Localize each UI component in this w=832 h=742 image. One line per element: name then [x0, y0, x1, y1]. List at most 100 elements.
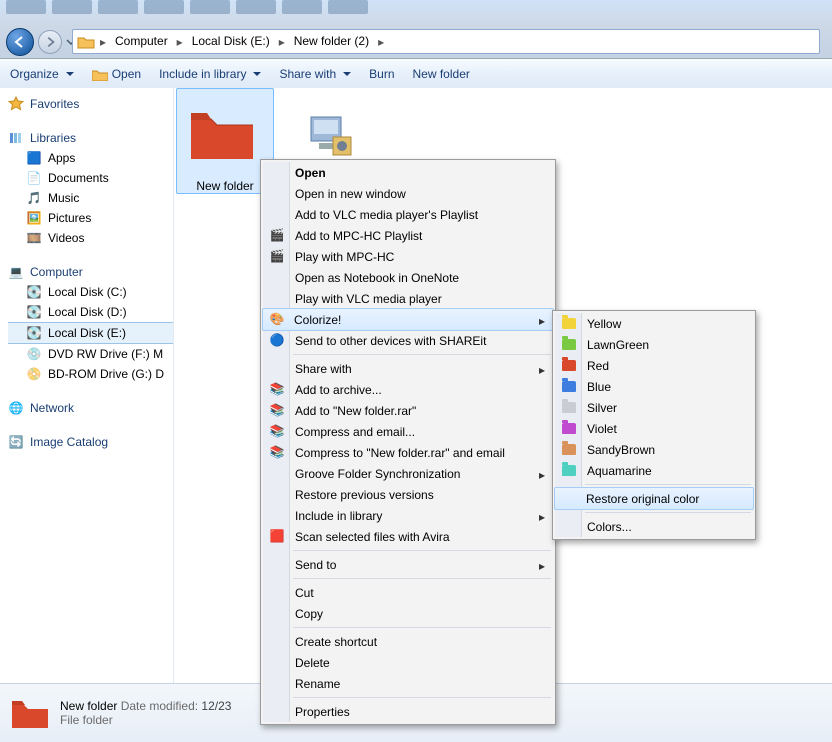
menu-color-label: Yellow — [587, 317, 621, 331]
background-taskbar — [0, 0, 832, 18]
sidebar-item-label: Network — [30, 401, 74, 415]
sidebar-item-label: Documents — [48, 171, 109, 185]
menu-rename[interactable]: Rename — [263, 673, 553, 694]
menu-color-silver[interactable]: Silver — [555, 397, 753, 418]
menu-color-lawngreen[interactable]: LawnGreen — [555, 334, 753, 355]
sidebar-item-image-catalog[interactable]: 🔄Image Catalog — [8, 432, 173, 452]
menu-color-aquamarine[interactable]: Aquamarine — [555, 460, 753, 481]
drive-icon: 💽 — [26, 325, 42, 341]
sidebar-item-drive-e[interactable]: 💽 Local Disk (E:) — [8, 322, 173, 344]
address-bar[interactable]: ▸ Computer ▸ Local Disk (E:) ▸ New folde… — [72, 29, 820, 54]
menu-share-with[interactable]: Share with▸ — [263, 358, 553, 379]
sidebar-item-drive-d[interactable]: 💽Local Disk (D:) — [8, 302, 173, 322]
chevron-right-icon[interactable]: ▸ — [375, 35, 387, 49]
back-button[interactable] — [6, 28, 34, 56]
sidebar-item-documents[interactable]: 📄Documents — [8, 168, 173, 188]
menu-color-yellow[interactable]: Yellow — [555, 313, 753, 334]
disc-icon: 💿 — [26, 346, 42, 362]
winrar-icon: 📚 — [269, 381, 285, 397]
menu-shareit[interactable]: 🔵Send to other devices with SHAREit — [263, 330, 553, 351]
menu-groove-sync[interactable]: Groove Folder Synchronization▸ — [263, 463, 553, 484]
folder-color-swatch-icon — [561, 336, 577, 352]
menu-color-sandybrown[interactable]: SandyBrown — [555, 439, 753, 460]
sidebar-item-label: Favorites — [30, 97, 79, 111]
sidebar-item-drive-c[interactable]: 💽Local Disk (C:) — [8, 282, 173, 302]
avira-icon: 🟥 — [269, 528, 285, 544]
sidebar-item-label: Local Disk (C:) — [48, 285, 127, 299]
new-folder-button[interactable]: New folder — [413, 67, 470, 81]
breadcrumb[interactable]: New folder (2) — [288, 31, 375, 52]
sidebar-item-network[interactable]: 🌐 Network — [8, 398, 173, 418]
refresh-icon: 🔄 — [8, 434, 24, 450]
menu-copy[interactable]: Copy — [263, 603, 553, 624]
menu-more-colors[interactable]: Colors... — [555, 516, 753, 537]
menu-compress-email[interactable]: 📚Compress and email... — [263, 421, 553, 442]
drive-icon: 💽 — [26, 304, 42, 320]
menu-mpc-play[interactable]: 🎬Play with MPC-HC — [263, 246, 553, 267]
include-in-library-button[interactable]: Include in library — [159, 67, 261, 81]
folder-icon — [177, 89, 267, 179]
sidebar-item-music[interactable]: 🎵Music — [8, 188, 173, 208]
breadcrumb[interactable]: Computer — [109, 31, 174, 52]
network-icon: 🌐 — [8, 400, 24, 416]
sidebar-item-videos[interactable]: 🎞️Videos — [8, 228, 173, 248]
menu-vlc-add-playlist[interactable]: Add to VLC media player's Playlist — [263, 204, 553, 225]
menu-restore-original-color[interactable]: Restore original color — [554, 487, 754, 510]
command-bar: Organize Open Include in library Share w… — [0, 59, 832, 90]
folder-color-swatch-icon — [561, 420, 577, 436]
menu-open[interactable]: Open — [263, 162, 553, 183]
details-modified-value: 12/23 — [201, 699, 231, 713]
submenu-arrow-icon: ▸ — [539, 468, 545, 482]
menu-add-rar[interactable]: 📚Add to "New folder.rar" — [263, 400, 553, 421]
menu-mpc-add-playlist[interactable]: 🎬Add to MPC-HC Playlist — [263, 225, 553, 246]
menu-color-label: Blue — [587, 380, 611, 394]
sidebar-item-computer[interactable]: 💻 Computer — [8, 262, 173, 282]
sidebar-item-favorites[interactable]: Favorites — [8, 94, 173, 114]
menu-add-archive[interactable]: 📚Add to archive... — [263, 379, 553, 400]
menu-restore-versions[interactable]: Restore previous versions — [263, 484, 553, 505]
winrar-icon: 📚 — [269, 423, 285, 439]
organize-button[interactable]: Organize — [10, 67, 74, 81]
computer-icon: 💻 — [8, 264, 24, 280]
chevron-right-icon[interactable]: ▸ — [97, 35, 109, 49]
menu-properties[interactable]: Properties — [263, 701, 553, 722]
menu-color-red[interactable]: Red — [555, 355, 753, 376]
menu-send-to[interactable]: Send to▸ — [263, 554, 553, 575]
menu-include-library[interactable]: Include in library▸ — [263, 505, 553, 526]
sidebar-item-apps[interactable]: 🟦Apps — [8, 148, 173, 168]
menu-onenote[interactable]: Open as Notebook in OneNote — [263, 267, 553, 288]
sidebar-item-label: DVD RW Drive (F:) M — [48, 347, 163, 361]
winrar-icon: 📚 — [269, 402, 285, 418]
libraries-icon — [8, 130, 24, 146]
menu-delete[interactable]: Delete — [263, 652, 553, 673]
share-with-button[interactable]: Share with — [279, 67, 351, 81]
colorize-icon: 🎨 — [269, 311, 285, 327]
menu-colorize[interactable]: 🎨Colorize!▸ — [262, 308, 554, 331]
sidebar-item-label: Local Disk (E:) — [48, 326, 126, 340]
folder-color-swatch-icon — [561, 378, 577, 394]
forward-button[interactable] — [38, 30, 62, 54]
chevron-right-icon[interactable]: ▸ — [174, 35, 186, 49]
menu-create-shortcut[interactable]: Create shortcut — [263, 631, 553, 652]
sidebar-item-libraries[interactable]: Libraries — [8, 128, 173, 148]
folder-color-swatch-icon — [561, 462, 577, 478]
sidebar-item-dvd-drive[interactable]: 💿 DVD RW Drive (F:) M — [8, 344, 173, 364]
burn-button[interactable]: Burn — [369, 67, 394, 81]
menu-color-violet[interactable]: Violet — [555, 418, 753, 439]
details-name: New folder — [60, 699, 117, 713]
sidebar-item-bdrom-drive[interactable]: 📀BD-ROM Drive (G:) D — [8, 364, 173, 384]
menu-color-blue[interactable]: Blue — [555, 376, 753, 397]
menu-vlc-play[interactable]: Play with VLC media player — [263, 288, 553, 309]
chevron-right-icon[interactable]: ▸ — [276, 35, 288, 49]
menu-cut[interactable]: Cut — [263, 582, 553, 603]
open-button[interactable]: Open — [92, 67, 141, 81]
file-item-label: New folder — [177, 179, 273, 193]
disc-icon: 📀 — [26, 366, 42, 382]
menu-compress-rar-email[interactable]: 📚Compress to "New folder.rar" and email — [263, 442, 553, 463]
sidebar-item-pictures[interactable]: 🖼️Pictures — [8, 208, 173, 228]
menu-scan-avira[interactable]: 🟥Scan selected files with Avira — [263, 526, 553, 547]
menu-open-new-window[interactable]: Open in new window — [263, 183, 553, 204]
breadcrumb[interactable]: Local Disk (E:) — [186, 31, 276, 52]
details-type: File folder — [60, 713, 231, 727]
submenu-arrow-icon: ▸ — [539, 510, 545, 524]
